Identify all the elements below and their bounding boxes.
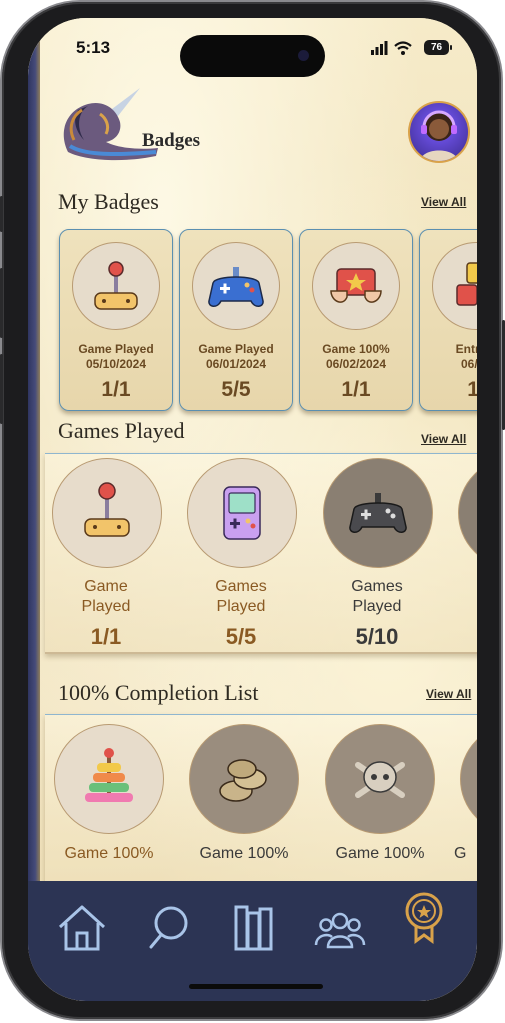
badge-icon[interactable]: [396, 889, 452, 945]
volume-up-button: [0, 268, 3, 338]
badge-icon-circle: [72, 242, 160, 330]
avatar-person-icon: [420, 110, 458, 161]
game-circle[interactable]: [52, 458, 162, 568]
unicorn-logo: [63, 88, 159, 161]
badge-card[interactable]: Game Played 05/10/2024 1/1: [59, 229, 173, 411]
home-icon[interactable]: [54, 899, 110, 955]
mute-switch: [0, 196, 3, 232]
completion-circle[interactable]: [189, 724, 299, 834]
gameboy-icon: [223, 486, 261, 540]
completion-label: G: [454, 845, 467, 862]
badge-label: Game 100%: [322, 342, 390, 356]
badge-count: 1/: [420, 378, 477, 402]
clock: 5:13: [76, 38, 111, 57]
completion-circle[interactable]: [54, 724, 164, 834]
badge-count: 1/1: [341, 378, 371, 401]
game-label-line2: Played: [81, 598, 131, 615]
completion-circle[interactable]: [325, 724, 435, 834]
completion-label: Game 100%: [335, 845, 425, 862]
badge-date: 05/10/2024: [85, 357, 147, 371]
game-circle[interactable]: [323, 458, 433, 568]
users-icon[interactable]: [312, 899, 368, 955]
ring-stacker-icon: [85, 748, 133, 802]
search-icon[interactable]: [141, 899, 197, 955]
status-bar: 5:13 76: [28, 18, 477, 77]
completion-label: Game 100%: [64, 845, 154, 862]
gamepad-icon: [208, 267, 264, 307]
game-label-line2: Played: [352, 598, 402, 615]
book-spine: [28, 18, 40, 1001]
battery-tip: [450, 45, 452, 50]
screen: 5:13 76 Badges My Badges View All Game P…: [28, 18, 477, 1001]
badge-count: 1/1: [101, 378, 131, 401]
dynamic-island: [180, 35, 325, 77]
skull-crossbones-icon: [355, 761, 405, 798]
game-circle[interactable]: [187, 458, 297, 568]
games-played-title: Games Played: [58, 418, 185, 443]
badge-icon-circle: [192, 242, 280, 330]
badge-date: 06/02: [460, 357, 477, 371]
camera-icon: [298, 50, 309, 61]
badge-icon-circle: [312, 242, 400, 330]
completion-view-all-link[interactable]: View All: [426, 687, 471, 701]
game-label-line1: Game: [84, 578, 128, 595]
badge-card[interactable]: Game Played 06/01/2024 5/5: [179, 229, 293, 411]
my-badges-title: My Badges: [58, 189, 159, 214]
game-count: 1/1: [90, 624, 122, 649]
badge-card[interactable]: Game 100% 06/02/2024 1/1: [299, 229, 413, 411]
library-icon[interactable]: [226, 899, 282, 955]
badge-label: Game Played: [78, 342, 154, 356]
game-label-line1: Games: [351, 578, 403, 595]
completion-title: 100% Completion List: [58, 680, 259, 705]
game-label-line2: Played: [216, 598, 266, 615]
coins-icon: [219, 759, 267, 802]
gamepad-icon: [349, 493, 407, 533]
joystick-icon: [84, 482, 130, 537]
badge-label: Game Played: [198, 342, 274, 356]
tab-bar: [28, 881, 477, 1001]
profile-avatar[interactable]: [408, 101, 470, 163]
games-played-view-all-link[interactable]: View All: [421, 432, 466, 446]
page-title: Badges: [142, 130, 201, 151]
badge-date: 06/01/2024: [205, 357, 267, 371]
game-label-line1: Games: [215, 578, 267, 595]
badge-card[interactable]: Entries 06/02 1/: [419, 229, 477, 411]
badge-label: Entries: [455, 342, 477, 356]
badge-icon-circle: [432, 242, 477, 330]
joystick-icon: [94, 261, 138, 310]
battery-icon: 76: [424, 40, 449, 55]
signal-wifi-icon: [371, 41, 412, 55]
badge-count: 5/5: [221, 378, 251, 401]
abc-blocks-icon: [456, 262, 477, 306]
volume-down-button: [0, 354, 3, 424]
completion-label: Game 100%: [199, 845, 289, 862]
badge-date: 06/02/2024: [325, 357, 387, 371]
game-count: 5/10: [355, 624, 399, 649]
game-count: 5/5: [225, 624, 257, 649]
my-badges-view-all-link[interactable]: View All: [421, 195, 466, 209]
home-indicator: [189, 984, 323, 989]
handheld-star-icon: [330, 268, 382, 303]
